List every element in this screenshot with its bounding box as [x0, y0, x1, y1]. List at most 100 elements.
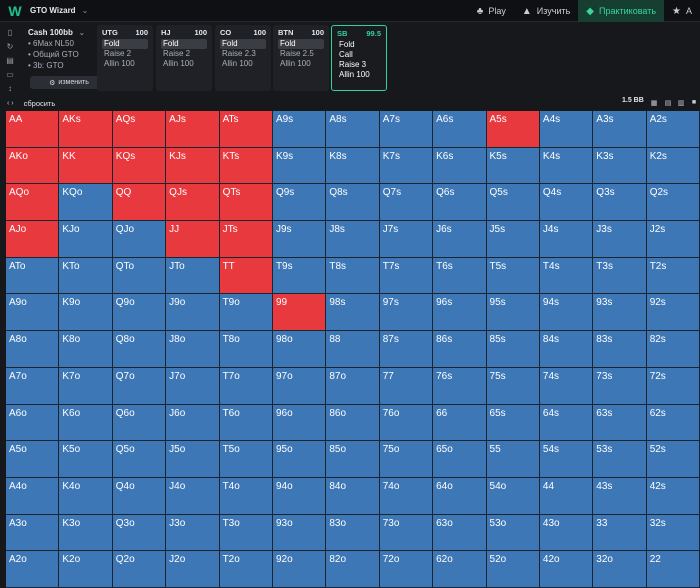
copy-icon[interactable]: ▯: [4, 26, 16, 38]
hand-cell[interactable]: 77: [379, 367, 434, 405]
hand-cell[interactable]: KTo: [59, 257, 113, 295]
hand-cell[interactable]: 63o: [433, 514, 487, 552]
hand-cell[interactable]: 96o: [272, 404, 327, 442]
hand-cell[interactable]: 98o: [272, 331, 327, 368]
action-option[interactable]: Fold: [102, 39, 148, 49]
hand-cell[interactable]: Q9o: [112, 294, 167, 332]
hand-cell[interactable]: K9s: [272, 147, 327, 185]
hand-cell[interactable]: T3s: [593, 257, 647, 295]
hand-cell[interactable]: J8o: [166, 331, 220, 368]
hand-cell[interactable]: 88: [326, 331, 380, 368]
hand-cell[interactable]: 73o: [379, 514, 434, 552]
hand-cell[interactable]: Q5o: [112, 441, 167, 478]
hand-cell[interactable]: K5s: [486, 147, 540, 185]
hand-cell[interactable]: J5o: [166, 441, 220, 478]
hand-cell[interactable]: TT: [219, 257, 273, 295]
hand-cell[interactable]: JJ: [166, 221, 220, 258]
grid-view-icon[interactable]: ▦: [648, 97, 660, 108]
action-option[interactable]: Allin 100: [102, 59, 148, 69]
hand-cell[interactable]: 98s: [326, 294, 380, 332]
hand-cell[interactable]: K4s: [539, 147, 594, 185]
hand-cell[interactable]: A8o: [6, 331, 60, 368]
hand-cell[interactable]: J6o: [166, 404, 220, 442]
position-panel[interactable]: UTG 100 Fold Raise 2 Allin 100: [97, 25, 153, 91]
hand-cell[interactable]: Q4s: [539, 184, 594, 222]
hand-cell[interactable]: 64o: [433, 477, 487, 515]
hand-cell[interactable]: K5o: [59, 441, 113, 478]
sort-icon[interactable]: ↕: [4, 82, 16, 94]
hand-cell[interactable]: Q4o: [112, 477, 167, 515]
hand-cell[interactable]: 87o: [326, 367, 380, 405]
hand-cell[interactable]: T5s: [486, 257, 540, 295]
hand-cell[interactable]: 93o: [272, 514, 327, 552]
hand-cell[interactable]: K3s: [593, 147, 647, 185]
hand-cell[interactable]: QJo: [112, 221, 167, 258]
hand-cell[interactable]: 94o: [272, 477, 327, 515]
hand-cell[interactable]: J3s: [593, 221, 647, 258]
hand-cell[interactable]: 74s: [539, 367, 594, 405]
hand-cell[interactable]: JTo: [166, 257, 220, 295]
hand-cell[interactable]: T3o: [219, 514, 273, 552]
hand-cell[interactable]: 54o: [486, 477, 540, 515]
hand-cell[interactable]: KJo: [59, 221, 113, 258]
hand-cell[interactable]: 64s: [539, 404, 594, 442]
table-view-icon[interactable]: ▤: [662, 97, 674, 108]
hand-cell[interactable]: K2o: [59, 551, 113, 588]
hand-cell[interactable]: T7s: [379, 257, 434, 295]
hand-cell[interactable]: KJs: [166, 147, 220, 185]
hand-cell[interactable]: 82s: [646, 331, 700, 368]
hand-cell[interactable]: AJo: [6, 221, 60, 258]
action-option[interactable]: Allin 100: [220, 59, 266, 69]
hand-cell[interactable]: 32s: [646, 514, 700, 552]
hand-cell[interactable]: 82o: [326, 551, 380, 588]
hand-cell[interactable]: J4o: [166, 477, 220, 515]
hand-cell[interactable]: J4s: [539, 221, 594, 258]
hand-cell[interactable]: T4o: [219, 477, 273, 515]
hand-cell[interactable]: 63s: [593, 404, 647, 442]
hand-cell[interactable]: Q5s: [486, 184, 540, 222]
hand-cell[interactable]: 85o: [326, 441, 380, 478]
hand-cell[interactable]: 44: [539, 477, 594, 515]
hand-cell[interactable]: K7o: [59, 367, 113, 405]
hand-cell[interactable]: A3o: [6, 514, 60, 552]
hand-cell[interactable]: K8o: [59, 331, 113, 368]
hand-cell[interactable]: A4o: [6, 477, 60, 515]
hand-cell[interactable]: 95o: [272, 441, 327, 478]
hand-cell[interactable]: T6s: [433, 257, 487, 295]
hand-cell[interactable]: 92s: [646, 294, 700, 332]
hand-cell[interactable]: 52o: [486, 551, 540, 588]
hand-cell[interactable]: 99: [272, 294, 327, 332]
hand-cell[interactable]: K6o: [59, 404, 113, 442]
gto-wizard-logo[interactable]: W: [6, 2, 24, 20]
hand-cell[interactable]: 94s: [539, 294, 594, 332]
config-header[interactable]: Cash 100bb ⌄: [28, 28, 92, 37]
hand-cell[interactable]: 52s: [646, 441, 700, 478]
hand-cell[interactable]: J3o: [166, 514, 220, 552]
action-option[interactable]: Raise 2: [161, 49, 207, 59]
hand-cell[interactable]: Q3o: [112, 514, 167, 552]
hand-cell[interactable]: QQ: [112, 184, 167, 222]
hand-cell[interactable]: A6o: [6, 404, 60, 442]
hand-cell[interactable]: 97s: [379, 294, 434, 332]
hand-cell[interactable]: 86o: [326, 404, 380, 442]
hand-cell[interactable]: 75o: [379, 441, 434, 478]
hand-cell[interactable]: J8s: [326, 221, 380, 258]
hand-cell[interactable]: K7s: [379, 147, 434, 185]
hand-cell[interactable]: 32o: [593, 551, 647, 588]
nav-item[interactable]: ▲ Изучить: [514, 0, 578, 22]
hand-cell[interactable]: A8s: [326, 111, 380, 148]
hand-cell[interactable]: K6s: [433, 147, 487, 185]
hand-cell[interactable]: 84o: [326, 477, 380, 515]
hand-cell[interactable]: Q2s: [646, 184, 700, 222]
action-option[interactable]: Fold: [220, 39, 266, 49]
list-view-icon[interactable]: ▥: [675, 97, 687, 108]
hand-cell[interactable]: A5s: [486, 111, 540, 148]
hand-cell[interactable]: Q6s: [433, 184, 487, 222]
hand-cell[interactable]: Q8o: [112, 331, 167, 368]
hand-cell[interactable]: J2o: [166, 551, 220, 588]
hand-cell[interactable]: AKo: [6, 147, 60, 185]
hand-cell[interactable]: 65s: [486, 404, 540, 442]
hand-cell[interactable]: A9s: [272, 111, 327, 148]
action-option[interactable]: Raise 2.5: [278, 49, 324, 59]
hand-cell[interactable]: 55: [486, 441, 540, 478]
